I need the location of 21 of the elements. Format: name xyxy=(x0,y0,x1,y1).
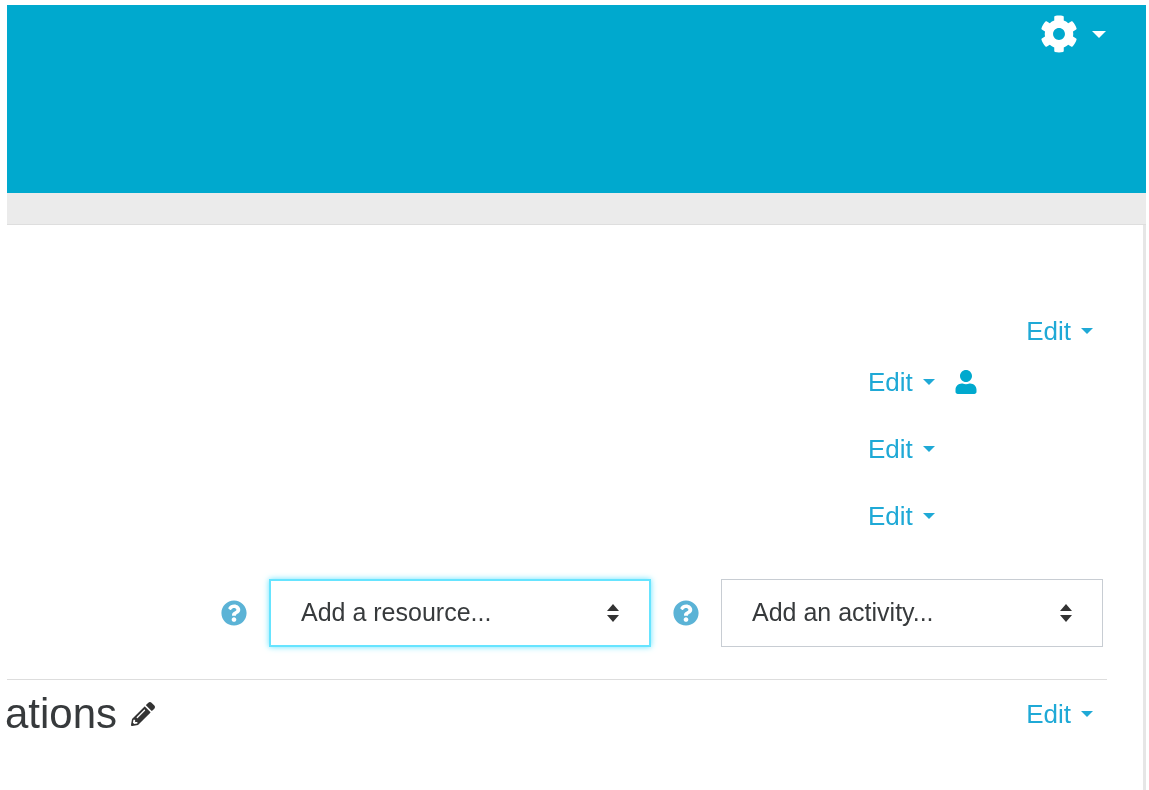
caret-icon xyxy=(922,445,935,452)
select-field[interactable]: Add an activity... xyxy=(721,579,1103,647)
sort-icon xyxy=(1060,604,1072,622)
edit-menu[interactable]: Edit xyxy=(868,368,935,395)
edit-menu[interactable]: Edit xyxy=(868,502,935,529)
help-icon[interactable] xyxy=(221,600,247,626)
section-title: ations xyxy=(5,689,118,739)
select-field[interactable]: Add a resource... xyxy=(269,579,651,647)
edit-menu[interactable]: Edit xyxy=(1026,700,1093,727)
caret-icon xyxy=(1092,31,1106,38)
edit-menu[interactable]: Edit xyxy=(868,435,935,462)
caret-icon xyxy=(922,512,935,519)
caret-icon xyxy=(922,378,935,385)
caret-icon xyxy=(1081,710,1093,717)
settings-icon[interactable] xyxy=(1040,15,1078,53)
pencil-icon[interactable] xyxy=(131,701,156,726)
person-icon xyxy=(954,369,977,394)
sort-icon xyxy=(607,604,619,622)
edit-menu[interactable]: Edit xyxy=(1026,318,1093,344)
help-icon[interactable] xyxy=(673,600,699,626)
caret-icon xyxy=(1081,328,1093,334)
